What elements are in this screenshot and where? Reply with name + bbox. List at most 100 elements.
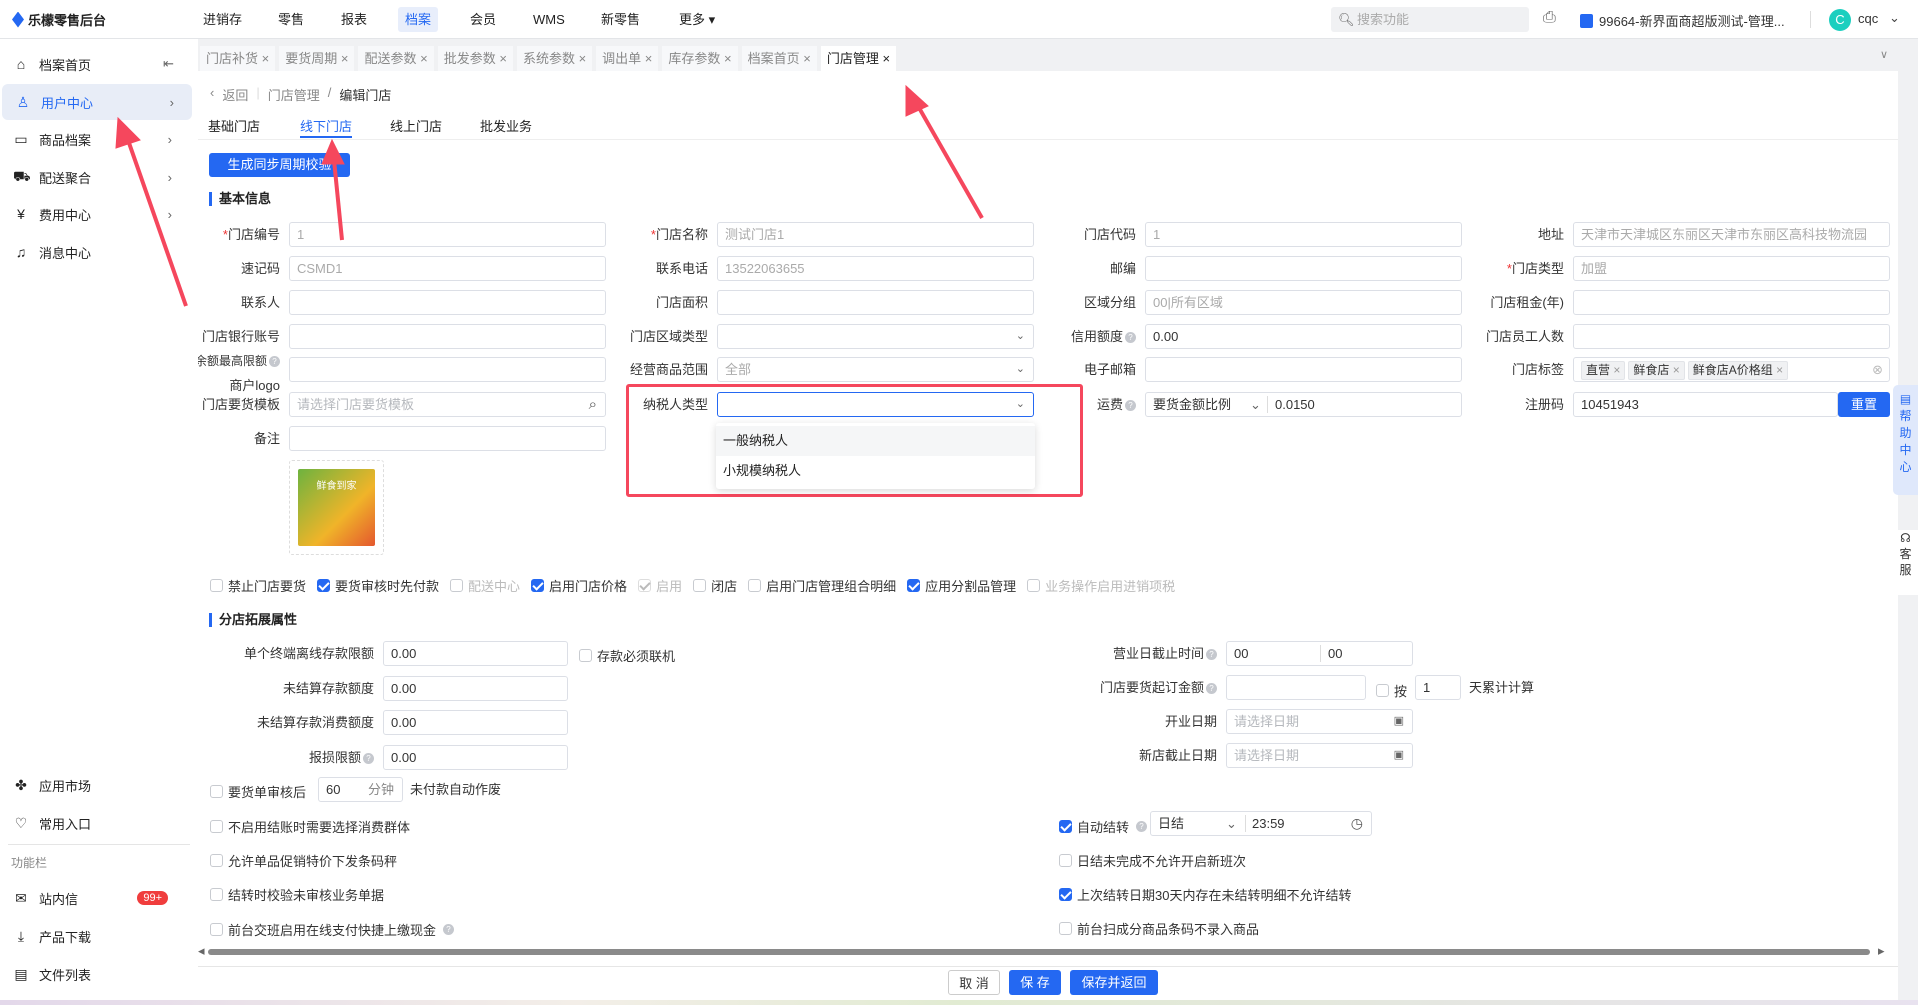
sidebar-item[interactable]: ▤ 文件列表 (0, 956, 190, 992)
sidebar-item[interactable]: ⛟ 配送聚合 › (0, 159, 190, 195)
tag-remove-icon[interactable]: × (1669, 363, 1680, 377)
tab-1[interactable]: 要货周期 × (279, 46, 355, 71)
field-9[interactable] (717, 290, 1034, 315)
back-link[interactable]: 返回 (222, 85, 248, 104)
checkbox-box[interactable] (450, 579, 464, 592)
field-11[interactable] (1573, 290, 1890, 315)
sidebar-item[interactable]: ✉ 站内信 99+ (0, 880, 190, 916)
field-19[interactable]: 直营 × 鲜食店 × 鲜食店A价格组 × ⊗ (1573, 357, 1890, 382)
option-checkbox[interactable]: 前台交班启用在线支付快捷上缴现金? (210, 920, 455, 939)
customer-service-button[interactable]: ☊ 客服 (1893, 530, 1918, 595)
save-and-return-button[interactable]: 保存并返回 (1070, 970, 1158, 995)
checkbox-box[interactable] (210, 785, 223, 798)
scroll-left-icon[interactable]: ◂ (198, 943, 205, 959)
close-icon[interactable]: × (720, 51, 732, 66)
auto-void-checkbox[interactable]: 要货单审核后 (210, 782, 306, 801)
sidebar-item[interactable]: ▭ 商品档案 › (0, 121, 190, 157)
field-15[interactable] (1573, 324, 1890, 349)
checkbox-box[interactable] (210, 820, 223, 833)
collapse-sidebar-icon[interactable]: ⇤ (163, 56, 174, 72)
tag-remove-icon[interactable]: × (1773, 363, 1783, 377)
days-input[interactable]: 1 (1415, 675, 1461, 700)
option-checkbox[interactable]: 允许单品促销特价下发条码秤 (210, 851, 397, 870)
checkbox-box[interactable] (1059, 888, 1072, 902)
nav-item[interactable]: 零售 (271, 0, 311, 39)
subtab-3[interactable]: 批发业务 (480, 116, 532, 138)
tab-5[interactable]: 调出单 × (596, 46, 659, 71)
clear-icon[interactable]: ⊗ (1872, 358, 1883, 381)
checkbox-1[interactable]: 要货审核时先付款 (317, 576, 439, 595)
field-24[interactable] (289, 426, 606, 451)
checkbox-box[interactable] (210, 888, 223, 902)
save-button[interactable]: 保 存 (1009, 970, 1061, 995)
auto-void-minutes[interactable]: 60 分钟 (318, 777, 403, 802)
option-checkbox[interactable]: 不启用结账时需要选择消费群体 (210, 817, 410, 836)
field-1[interactable]: 测试门店1 (717, 222, 1034, 247)
business-cutoff-time[interactable]: 00 00 (1226, 641, 1413, 666)
nav-item[interactable]: 进销存 (196, 0, 249, 39)
field-5[interactable]: 13522063655 (717, 256, 1034, 281)
tab-3[interactable]: 批发参数 × (437, 46, 513, 71)
freight-mode[interactable]: 要货金额比例 (1153, 397, 1231, 412)
deposit-online-checkbox[interactable]: 存款必须联机 (579, 646, 675, 665)
ext-field-2[interactable]: 0.00 (383, 710, 568, 735)
field-12[interactable] (289, 324, 606, 349)
accumulate-days-checkbox[interactable]: 按 (1376, 681, 1407, 700)
sidebar-item[interactable]: ♙ 用户中心 › (2, 84, 192, 120)
horizontal-scrollbar[interactable] (208, 949, 1870, 955)
sync-check-button[interactable]: 生成同步周期校验 (209, 153, 350, 177)
chevron-down-icon[interactable]: ⌄ (1226, 812, 1237, 835)
field-4[interactable]: CSMD1 (289, 256, 606, 281)
clock-icon[interactable]: ◷ (1351, 812, 1363, 835)
field-0[interactable]: 1 (289, 222, 606, 247)
date-picker-open_date[interactable]: 请选择日期 ▣ (1226, 709, 1413, 734)
ext-field-3[interactable]: 0.00 (383, 744, 568, 770)
breadcrumb-parent[interactable]: 门店管理 (268, 85, 320, 104)
chevron-down-icon[interactable]: ⌄ (1250, 393, 1261, 416)
subtab-0[interactable]: 基础门店 (208, 116, 260, 138)
sidebar-item[interactable]: ✤ 应用市场 (0, 767, 190, 803)
reset-button[interactable]: 重置 (1838, 392, 1890, 417)
checkbox-box[interactable] (907, 579, 921, 592)
close-icon[interactable]: × (641, 51, 653, 66)
close-icon[interactable]: × (800, 51, 811, 66)
nav-item[interactable]: 新零售 (594, 0, 647, 39)
sidebar-item[interactable]: ♡ 常用入口 (0, 805, 190, 841)
close-icon[interactable]: × (258, 51, 270, 66)
checkbox-box[interactable] (210, 922, 223, 936)
sidebar-item[interactable]: ♫ 消息中心 (0, 234, 190, 270)
field-7[interactable]: 加盟 (1573, 256, 1890, 281)
close-icon[interactable]: × (416, 51, 428, 66)
store-switcher[interactable]: 99664-新界面商超版测试-管理... (1580, 11, 1785, 30)
field-2[interactable]: 1 (1145, 222, 1462, 247)
tab-4[interactable]: 系统参数 × (516, 46, 593, 71)
checkbox-box[interactable] (748, 579, 762, 592)
avatar[interactable]: C (1829, 9, 1851, 31)
tab-2[interactable]: 配送参数 × (358, 46, 434, 71)
field-3[interactable]: 天津市天津城区东丽区天津市东丽区高科技物流园 (1573, 222, 1890, 247)
field-18[interactable] (1145, 357, 1462, 382)
option-checkbox[interactable]: 日结未完成不允许开启新班次 (1059, 851, 1246, 870)
checkbox-5[interactable]: 闭店 (693, 576, 737, 595)
close-icon[interactable]: × (337, 51, 349, 66)
tab-0[interactable]: 门店补货 × (200, 46, 276, 71)
nav-item[interactable]: 会员 (463, 0, 503, 39)
help-center-button[interactable]: ▤ 帮助中心 (1893, 385, 1918, 495)
field-10[interactable]: 00|所有区域 (1145, 290, 1462, 315)
option-checkbox[interactable]: 结转时校验未审核业务单据 (210, 885, 384, 904)
checkbox-box[interactable] (1059, 854, 1072, 867)
checkbox-0[interactable]: 禁止门店要货 (210, 576, 306, 595)
printer-icon[interactable]: ⎙ (1543, 9, 1556, 27)
chevron-left-icon[interactable]: ‹ (210, 85, 214, 104)
calendar-icon[interactable]: ▣ (1394, 710, 1404, 733)
sidebar-item[interactable]: ⌂ 档案首页 ⇤ (0, 46, 190, 82)
nav-item[interactable]: WMS (526, 0, 572, 39)
checkbox-box[interactable] (693, 579, 707, 592)
auto-settle-schedule[interactable]: 日结 ⌄ 23:59 ◷ (1150, 811, 1372, 836)
dropdown-option[interactable]: 一般纳税人 (716, 426, 1035, 456)
min-order-amount[interactable] (1226, 675, 1366, 700)
merchant-logo[interactable]: 鲜食到家 (289, 460, 384, 555)
freight-value[interactable]: 0.0150 (1275, 393, 1315, 416)
checkbox-box[interactable] (1027, 579, 1041, 592)
field-14[interactable]: 0.00 (1145, 324, 1462, 349)
